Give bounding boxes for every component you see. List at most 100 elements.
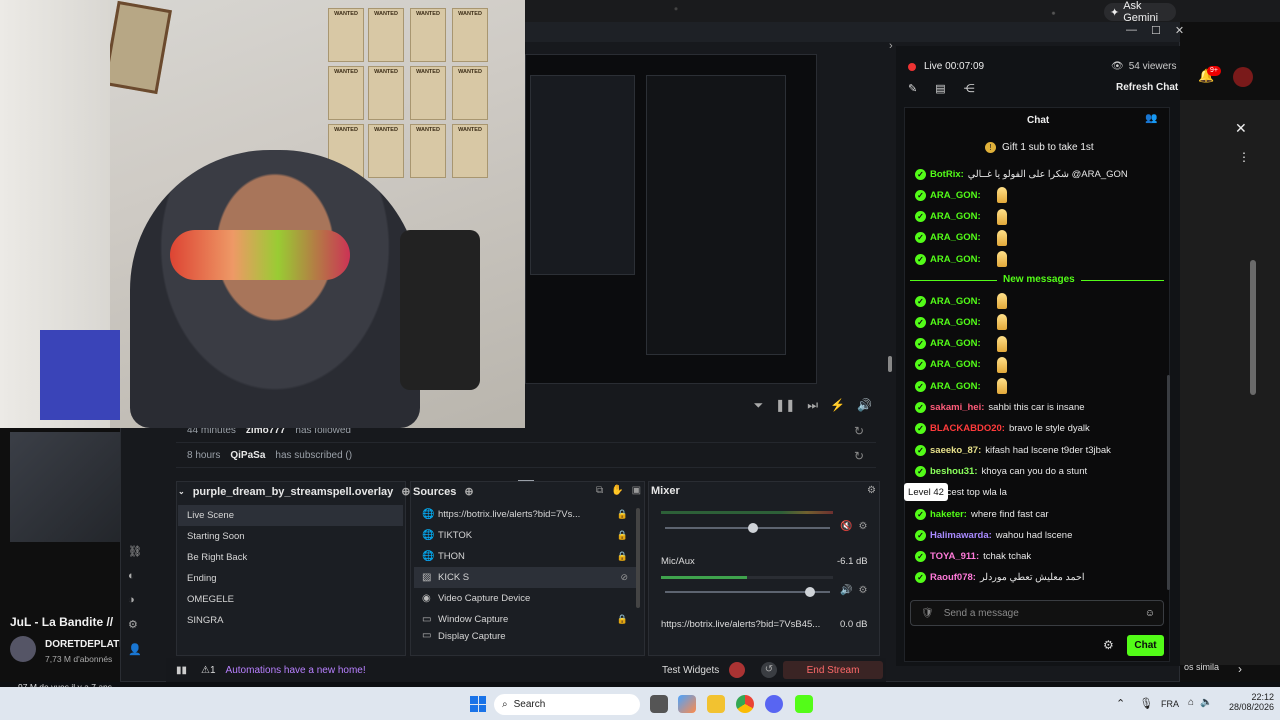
chat-message[interactable]: ✓ BotRix: شكرا على الفولو يا غــالي @ARA_G…: [915, 164, 1128, 184]
gear-icon[interactable]: ⚙: [1103, 638, 1114, 652]
chat-message[interactable]: ✓ ARA_GON:: [915, 376, 1007, 396]
add-icon[interactable]: ⊕: [464, 485, 473, 498]
chat-message[interactable]: ✓ ARA_GON:: [915, 185, 1007, 205]
lock-icon[interactable]: 🔒: [617, 509, 628, 520]
ask-gemini-button[interactable]: ✦ Ask Gemini: [1104, 0, 1176, 24]
list-item[interactable]: Ending: [178, 568, 403, 589]
refresh-icon[interactable]: ↻: [854, 449, 864, 463]
chat-username[interactable]: ARA_GON:: [930, 317, 981, 328]
stats-icon[interactable]: ▮▮: [176, 665, 187, 676]
gear-icon[interactable]: ⚙: [128, 618, 142, 631]
list-item[interactable]: Starting Soon: [178, 526, 403, 547]
chat-username[interactable]: ARA_GON:: [930, 190, 981, 201]
hand-icon[interactable]: ✋: [611, 485, 623, 496]
stream-preview[interactable]: [525, 54, 817, 384]
chat-username[interactable]: saeeko_87:: [930, 445, 981, 456]
scene-collection-name[interactable]: purple_dream_by_streamspell.overlay: [193, 486, 394, 498]
avatar[interactable]: [10, 636, 36, 662]
more-icon[interactable]: ⋮: [1238, 150, 1250, 164]
list-item[interactable]: ▭ Window Capture 🔒: [414, 609, 636, 630]
history-icon[interactable]: ↺: [761, 662, 777, 678]
gear-icon[interactable]: ⚙: [867, 485, 876, 496]
share-icon[interactable]: ⋲: [964, 82, 975, 95]
chat-username[interactable]: haketer:: [930, 509, 967, 520]
volume-slider[interactable]: [665, 523, 830, 533]
palette-icon[interactable]: ◐: [128, 570, 142, 582]
chat-username[interactable]: ARA_GON:: [930, 211, 981, 222]
search-input[interactable]: ⌕ Search: [494, 694, 640, 715]
cards-icon[interactable]: ▤: [935, 82, 945, 95]
close-icon[interactable]: ✕: [1235, 120, 1247, 137]
chevron-down-icon[interactable]: ⌄: [178, 487, 185, 496]
chat-username[interactable]: ARA_GON:: [930, 296, 981, 307]
kick-icon[interactable]: [795, 695, 813, 713]
pinned-message[interactable]: ! Gift 1 sub to take 1st: [985, 142, 1094, 153]
chat-message[interactable]: ✓ ARA_GON:: [915, 207, 1007, 227]
user-icon[interactable]: 👤: [128, 643, 142, 656]
chat-message[interactable]: ✓ Halimawarda: wahou had lscene: [915, 525, 1072, 545]
chat-username[interactable]: Halimawarda:: [930, 530, 992, 541]
list-item[interactable]: Be Right Back: [178, 547, 403, 568]
chat-message[interactable]: ✓ ARA_GON:: [915, 228, 1007, 248]
hidden-icon[interactable]: ⊘: [620, 572, 628, 583]
users-icon[interactable]: 👥: [1145, 113, 1157, 124]
folder-icon[interactable]: [707, 695, 725, 713]
filter-icon[interactable]: ⏷: [754, 398, 764, 413]
scrollbar[interactable]: [1250, 260, 1256, 395]
chat-message[interactable]: ✓ ARA_GON:: [915, 355, 1007, 375]
list-item[interactable]: ▨ KICK S ⊘: [414, 567, 636, 588]
list-item[interactable]: Live Scene: [178, 505, 403, 526]
chevron-right-icon[interactable]: ›: [1238, 662, 1242, 676]
discord-icon[interactable]: [765, 695, 783, 713]
volume-icon[interactable]: 🔊: [857, 398, 872, 412]
widget-icon[interactable]: ◑: [128, 594, 142, 606]
list-item[interactable]: SINGRA: [178, 610, 403, 631]
mute-icon[interactable]: 🔇: [840, 521, 852, 532]
gear-icon[interactable]: ⚙: [858, 585, 867, 596]
screenshot-icon[interactable]: ⧉: [596, 485, 603, 496]
start-icon[interactable]: [470, 696, 486, 712]
list-item[interactable]: OMEGELE: [178, 589, 403, 610]
avatar[interactable]: [1233, 67, 1253, 87]
chat-message[interactable]: ✓ sakami_hei: sahbi this car is insane: [915, 398, 1085, 418]
list-item[interactable]: 🌐 THON 🔒: [414, 546, 636, 567]
lock-icon[interactable]: 🔒: [617, 530, 628, 541]
network-volume[interactable]: ⌂ 🔈: [1188, 697, 1213, 708]
pause-icon[interactable]: ❚❚: [775, 398, 795, 412]
volume-slider[interactable]: [665, 587, 830, 597]
scrollbar[interactable]: [888, 356, 892, 372]
mute-icon[interactable]: ⚡: [830, 398, 845, 412]
volume-icon[interactable]: 🔊: [840, 585, 852, 596]
list-item[interactable]: 🌐 TIKTOK 🔒: [414, 525, 636, 546]
chat-message[interactable]: ✓ saeeko_87: kifash had lscene t9der t3jba…: [915, 440, 1111, 460]
chat-message-input[interactable]: 🛡 Send a message ☺: [910, 600, 1164, 626]
skip-icon[interactable]: ⏭: [807, 398, 818, 413]
chat-username[interactable]: ARA_GON:: [930, 381, 981, 392]
send-chat-button[interactable]: Chat: [1127, 635, 1164, 656]
clock[interactable]: 22:12 28/08/2026: [1222, 692, 1274, 712]
chevron-up-icon[interactable]: ⌃: [1116, 697, 1125, 710]
scrollbar[interactable]: [1167, 375, 1170, 590]
image-icon[interactable]: ▣: [632, 485, 641, 496]
slider-knob[interactable]: [747, 523, 758, 533]
lock-icon[interactable]: 🔒: [617, 551, 628, 562]
end-stream-button[interactable]: End Stream: [783, 661, 883, 679]
language-indicator[interactable]: FRA: [1161, 699, 1179, 709]
chevron-right-icon[interactable]: ›: [889, 40, 893, 52]
chat-username[interactable]: BotRix:: [930, 169, 964, 180]
youtube-video-title[interactable]: JuL - La Bandite //: [10, 615, 113, 629]
automation-notice[interactable]: Automations have a new home!: [226, 665, 366, 676]
chat-message[interactable]: ✓ TOYA_911: tchak tchak: [915, 547, 1031, 567]
chat-message[interactable]: ✓ beshou31: khoya can you do a stunt: [915, 461, 1087, 481]
link-icon[interactable]: ⛓: [128, 545, 142, 558]
chat-username[interactable]: TOYA_911:: [930, 551, 979, 562]
emoji-icon[interactable]: ☺: [1145, 608, 1155, 619]
chat-message[interactable]: ✓ Raouf078: احمد معليش تعطي موردلر: [915, 568, 1085, 588]
chat-message[interactable]: ✓ ARA_GON:: [915, 291, 1007, 311]
chat-username[interactable]: ARA_GON:: [930, 359, 981, 370]
list-item[interactable]: ▭ Display Capture: [414, 630, 636, 642]
minimize-icon[interactable]: —: [1126, 24, 1137, 37]
chat-message[interactable]: ✓ ARA_GON:: [915, 312, 1007, 332]
test-widgets-button[interactable]: Test Widgets: [662, 665, 719, 676]
microphone-icon[interactable]: 🎙: [1139, 697, 1153, 710]
